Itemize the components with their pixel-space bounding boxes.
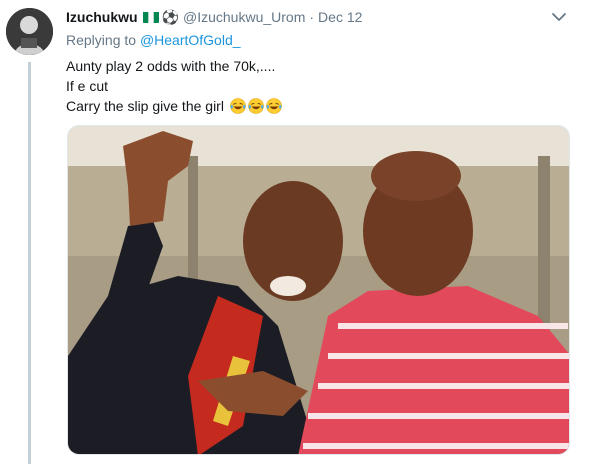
timestamp[interactable]: Dec 12 (318, 9, 362, 25)
laughing-tears-icon (248, 98, 264, 114)
avatar[interactable] (6, 8, 53, 55)
replying-to-label: Replying to (66, 32, 137, 48)
laughing-tears-icon (266, 98, 282, 114)
tweet[interactable]: Izuchukwu ⚽ @Izuchukwu_Urom · Dec 12 Rep… (0, 0, 596, 464)
tweet-line: If e cut (66, 78, 109, 94)
tweet-header: Izuchukwu ⚽ @Izuchukwu_Urom · Dec 12 (66, 7, 566, 27)
thread-line (28, 62, 31, 464)
handle[interactable]: @Izuchukwu_Urom (183, 9, 305, 25)
display-name[interactable]: Izuchukwu (66, 9, 138, 25)
tweet-photo[interactable] (67, 125, 570, 455)
tweet-line: Carry the slip give the girl (66, 98, 224, 114)
tweet-line: Aunty play 2 odds with the 70k,.... (66, 58, 276, 74)
reply-handle-link[interactable]: @HeartOfGold_ (140, 32, 241, 48)
replying-to: Replying to @HeartOfGold_ (66, 32, 241, 48)
nigeria-flag-icon (142, 11, 159, 23)
tweet-line-with-emoji: Carry the slip give the girl (66, 96, 282, 116)
laughing-tears-icon (230, 98, 246, 114)
chevron-down-icon[interactable] (550, 10, 568, 24)
tweet-text: Aunty play 2 odds with the 70k,.... If e… (66, 56, 282, 116)
separator-dot: · (309, 9, 315, 25)
soccer-ball-icon: ⚽ (161, 8, 179, 25)
